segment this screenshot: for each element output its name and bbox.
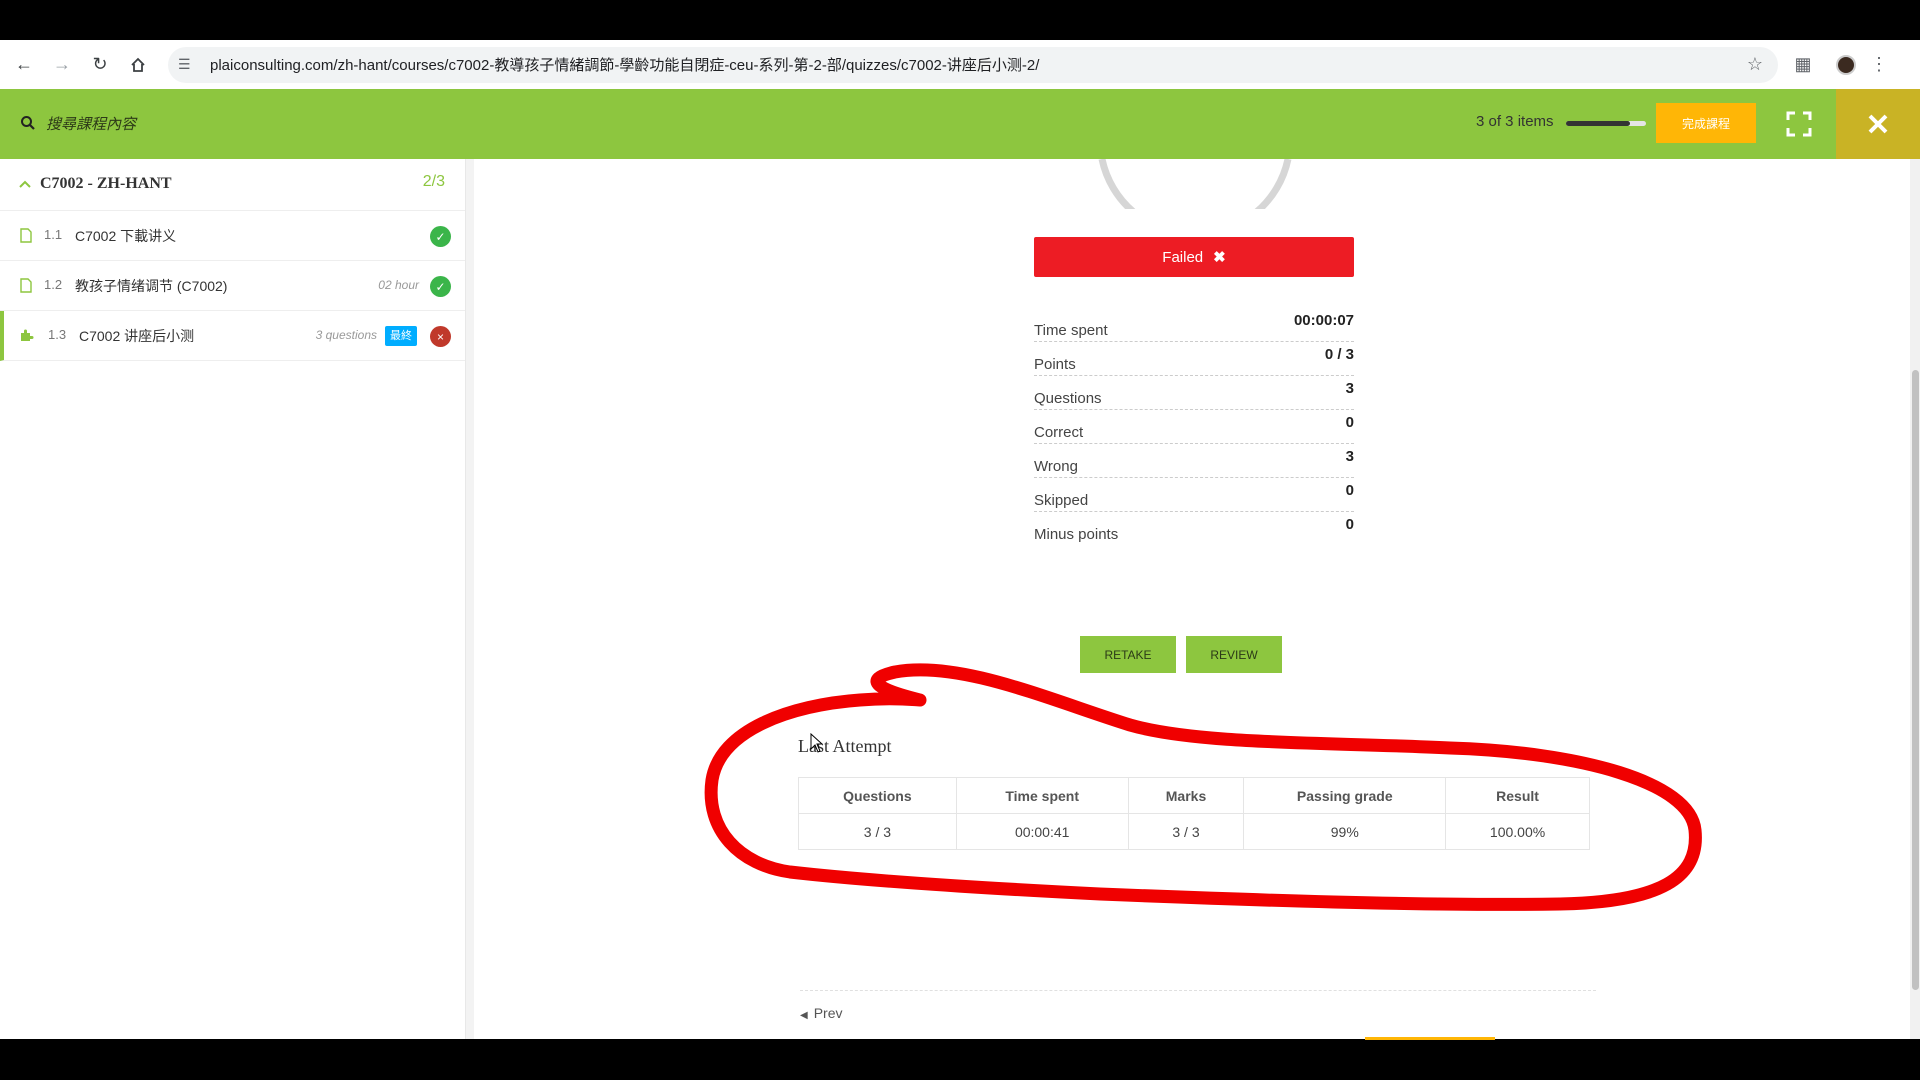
- final-badge: 最終: [385, 326, 417, 346]
- stat-label: Points: [1034, 356, 1076, 373]
- section-count: 2/3: [422, 173, 445, 190]
- stat-label: Questions: [1034, 390, 1102, 407]
- stat-row: Time spent 00:00:07: [1034, 308, 1354, 342]
- course-header-bar: 搜尋課程內容 3 of 3 items 完成課程: [0, 89, 1920, 159]
- course-progress-bar: [1566, 121, 1646, 126]
- puzzle-icon: [21, 329, 34, 341]
- quiz-stats: Time spent 00:00:07 Points 0 / 3 Questions…: [1034, 308, 1354, 546]
- mouse-cursor-icon: [810, 733, 824, 753]
- scrollbar-thumb[interactable]: [1912, 370, 1919, 990]
- course-progress-fill: [1566, 121, 1630, 126]
- stat-row: Minus points 0: [1034, 512, 1354, 546]
- document-icon: [20, 278, 32, 293]
- column-header: Time spent: [955, 777, 1129, 814]
- prev-link[interactable]: ◀ Prev: [800, 1005, 843, 1021]
- stat-value: 0: [1345, 414, 1354, 431]
- table-cell: 3 / 3: [798, 813, 957, 850]
- table-row: 3 / 3 00:00:41 3 / 3 99% 100.00%: [798, 813, 1590, 850]
- search-icon[interactable]: [20, 115, 36, 131]
- browser-menu-icon[interactable]: ⋮: [1870, 54, 1888, 75]
- stat-value: 0: [1345, 482, 1354, 499]
- table-cell: 99%: [1243, 813, 1447, 850]
- quiz-content: [474, 159, 1910, 1039]
- lesson-title[interactable]: C7002 下載讲义: [75, 226, 176, 246]
- items-count: 3 of 3 items: [1476, 113, 1554, 130]
- stat-value: 3: [1345, 380, 1354, 397]
- lesson-number: 1.1: [44, 227, 63, 242]
- stat-label: Correct: [1034, 424, 1084, 441]
- close-course-button[interactable]: [1836, 89, 1920, 159]
- footer-divider: [800, 990, 1596, 991]
- bookmark-star-icon[interactable]: ☆: [1740, 54, 1770, 75]
- column-header: Passing grade: [1243, 777, 1447, 814]
- lesson-question-count: 3 questions: [315, 328, 377, 342]
- table-cell: 100.00%: [1445, 813, 1590, 850]
- browser-toolbar: ← → ↻ ☰ plaiconsulting.com/zh-hant/cours…: [0, 40, 1920, 89]
- close-icon: [1868, 114, 1888, 134]
- completed-check-icon: ✓: [430, 226, 451, 247]
- extensions-icon[interactable]: ▦: [1788, 54, 1818, 75]
- lesson-item-1-2[interactable]: 1.2 教孩子情绪调节 (C7002) 02 hour ✓: [0, 261, 465, 311]
- stat-row: Questions 3: [1034, 376, 1354, 410]
- sidebar-divider: [466, 159, 474, 1039]
- lesson-number: 1.3: [48, 327, 67, 342]
- window-top-bar: [0, 0, 1920, 40]
- forward-icon[interactable]: →: [44, 47, 80, 83]
- lesson-item-1-3[interactable]: 1.3 C7002 讲座后小测 3 questions 最終 ×: [0, 311, 465, 361]
- column-header: Result: [1445, 777, 1590, 814]
- stat-row: Skipped 0: [1034, 478, 1354, 512]
- url-text[interactable]: plaiconsulting.com/zh-hant/courses/c7002…: [210, 54, 1740, 75]
- stat-row: Points 0 / 3: [1034, 342, 1354, 376]
- last-attempt-table: Questions Time spent Marks Passing grade…: [798, 777, 1590, 850]
- search-input[interactable]: 搜尋課程內容: [46, 113, 136, 134]
- stat-label: Time spent: [1034, 322, 1108, 339]
- finish-course-button[interactable]: 完成課程: [1656, 103, 1756, 143]
- address-bar[interactable]: ☰ plaiconsulting.com/zh-hant/courses/c70…: [168, 46, 1778, 83]
- retake-button[interactable]: RETAKE: [1080, 636, 1176, 673]
- table-cell: 00:00:41: [955, 813, 1129, 850]
- stat-row: Wrong 3: [1034, 444, 1354, 478]
- result-circle: [1098, 159, 1292, 209]
- table-cell: 3 / 3: [1127, 813, 1245, 850]
- section-header[interactable]: C7002 - ZH-HANT 2/3: [0, 159, 465, 211]
- stat-value: 00:00:07: [1293, 312, 1354, 329]
- chevron-up-icon[interactable]: [18, 177, 32, 191]
- back-icon[interactable]: ←: [6, 47, 42, 83]
- chevron-left-icon: ◀: [800, 1010, 808, 1021]
- stat-label: Minus points: [1034, 526, 1119, 543]
- failed-x-icon: ×: [430, 326, 451, 347]
- profile-avatar[interactable]: [1836, 54, 1856, 75]
- stat-value: 0 / 3: [1324, 346, 1354, 363]
- reload-icon[interactable]: ↻: [82, 47, 118, 83]
- stat-row: Correct 0: [1034, 410, 1354, 444]
- lesson-item-1-1[interactable]: 1.1 C7002 下載讲义 ✓: [0, 211, 465, 261]
- site-settings-icon[interactable]: ☰: [178, 56, 200, 73]
- table-header-row: Questions Time spent Marks Passing grade…: [798, 777, 1590, 814]
- lesson-duration: 02 hour: [378, 278, 419, 292]
- close-icon: ✖: [1213, 249, 1226, 266]
- review-button[interactable]: REVIEW: [1186, 636, 1282, 673]
- stat-label: Wrong: [1034, 458, 1078, 475]
- stat-value: 0: [1345, 516, 1354, 533]
- quiz-result-badge: Failed ✖: [1034, 237, 1354, 277]
- curriculum-sidebar: C7002 - ZH-HANT 2/3 1.1 C7002 下載讲义 ✓ 1.2…: [0, 159, 466, 1039]
- home-icon[interactable]: [120, 47, 156, 83]
- completed-check-icon: ✓: [430, 276, 451, 297]
- stat-value: 3: [1345, 448, 1354, 465]
- result-label: Failed: [1162, 248, 1204, 266]
- window-bottom-bar: [0, 1040, 1920, 1080]
- lesson-title[interactable]: C7002 讲座后小测: [79, 326, 194, 346]
- document-icon: [20, 228, 32, 243]
- column-header: Marks: [1127, 777, 1245, 814]
- column-header: Questions: [798, 777, 957, 814]
- stat-label: Skipped: [1034, 492, 1089, 509]
- lesson-title[interactable]: 教孩子情绪调节 (C7002): [75, 276, 227, 296]
- section-title: C7002 - ZH-HANT: [40, 175, 172, 192]
- prev-label[interactable]: Prev: [814, 1005, 843, 1021]
- lesson-number: 1.2: [44, 277, 63, 292]
- fullscreen-icon[interactable]: [1786, 111, 1812, 137]
